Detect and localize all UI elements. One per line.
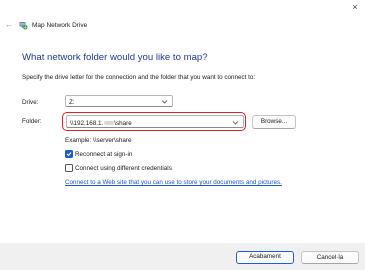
- instructions-text: Specify the drive letter for the connect…: [22, 74, 256, 81]
- different-credentials-checkbox[interactable]: [65, 164, 73, 172]
- reconnect-checkbox[interactable]: [65, 150, 73, 158]
- drive-dropdown[interactable]: Z:: [65, 95, 173, 107]
- drive-label: Drive:: [22, 99, 39, 106]
- example-text: Example: \\server\share: [65, 137, 132, 144]
- back-button[interactable]: ←: [4, 20, 14, 30]
- checkmark-icon: [66, 152, 72, 157]
- page-heading: What network folder would you like to ma…: [22, 52, 208, 63]
- reconnect-label[interactable]: Reconnect at sign-in: [75, 151, 132, 158]
- close-button[interactable]: ×: [345, 0, 365, 14]
- folder-highlight-annotation: [62, 112, 246, 131]
- folder-label: Folder:: [22, 118, 42, 125]
- finish-button[interactable]: Acabament: [236, 251, 294, 264]
- browse-button[interactable]: Browse...: [252, 115, 296, 129]
- window-title: Map Network Drive: [32, 22, 88, 29]
- network-drive-icon: [19, 21, 28, 30]
- drive-value: Z:: [69, 99, 75, 106]
- different-credentials-label[interactable]: Connect using different credentials: [75, 165, 172, 172]
- back-arrow-icon[interactable]: ←: [5, 20, 13, 29]
- web-storage-link[interactable]: Connect to a Web site that you can use t…: [65, 179, 282, 186]
- close-icon[interactable]: ×: [352, 2, 357, 12]
- chevron-down-icon: [161, 98, 168, 105]
- cancel-button[interactable]: Cancel·la: [301, 251, 359, 264]
